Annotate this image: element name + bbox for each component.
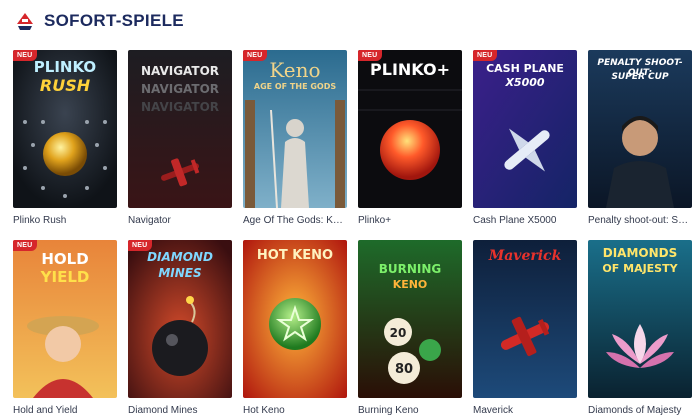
game-art-title: CASH PLANE: [486, 62, 564, 75]
game-title[interactable]: Plinko+: [358, 215, 462, 226]
new-badge: NEU: [358, 50, 383, 61]
game-art-subtitle: KENO: [392, 278, 428, 291]
game-art-title: DIAMOND: [147, 250, 213, 264]
section-header: SOFORT-SPIELE: [14, 8, 184, 34]
game-art-title: HOT KENO: [256, 248, 334, 263]
game-card-burning-keno[interactable]: 20 80 BURNING KENO Burning Keno: [358, 240, 462, 416]
game-title[interactable]: Diamond Mines: [128, 405, 232, 416]
game-card-penalty-shoot-out[interactable]: PENALTY SHOOT-OUT: SUPER CUP Penalty sho…: [588, 50, 692, 226]
game-title[interactable]: Age Of The Gods: Keno: [243, 215, 347, 226]
game-card-navigator[interactable]: NAVIGATOR NAVIGATOR NAVIGATOR Navigator: [128, 50, 232, 226]
game-art-title: NAVIGATOR: [140, 64, 220, 78]
game-card-age-of-the-gods-keno[interactable]: Keno AGE OF THE GODS NEU Age Of The Gods…: [243, 50, 347, 226]
game-art-subtitle: RUSH: [39, 76, 91, 95]
new-badge: NEU: [128, 240, 153, 251]
game-card-hot-keno[interactable]: HOT KENO Hot Keno: [243, 240, 347, 416]
game-art-subtitle: OF MAJESTY: [602, 262, 678, 275]
game-thumbnail[interactable]: PLINKO+ NEU: [358, 50, 462, 208]
svg-text:80: 80: [395, 362, 413, 377]
game-thumbnail[interactable]: Keno AGE OF THE GODS NEU: [243, 50, 347, 208]
game-card-plinko-rush[interactable]: PLINKO RUSH NEU Plinko Rush: [13, 50, 117, 226]
game-art-subtitle: MINES: [158, 266, 202, 280]
game-thumbnail[interactable]: HOT KENO: [243, 240, 347, 398]
game-card-maverick[interactable]: Maverick Maverick: [473, 240, 577, 416]
game-art-title: PLINKO+: [370, 60, 450, 79]
game-title[interactable]: Navigator: [128, 215, 232, 226]
game-art-subtitle: X5000: [505, 76, 545, 89]
game-card-cash-plane[interactable]: CASH PLANE X5000 NEU Cash Plane X5000: [473, 50, 577, 226]
game-title[interactable]: Penalty shoot-out: Supe...: [588, 215, 692, 226]
game-title[interactable]: Burning Keno: [358, 405, 462, 416]
game-art-subtitle: SUPER CUP: [611, 72, 669, 82]
game-title[interactable]: Hold and Yield: [13, 405, 117, 416]
game-thumbnail[interactable]: DIAMONDS OF MAJESTY: [588, 240, 692, 398]
game-card-diamonds-of-majesty[interactable]: DIAMONDS OF MAJESTY Diamonds of Majesty: [588, 240, 692, 416]
game-card-hold-and-yield[interactable]: HOLD YIELD NEU Hold and Yield: [13, 240, 117, 416]
new-badge: NEU: [243, 50, 268, 61]
game-art-echo: NAVIGATOR: [140, 82, 220, 96]
game-title[interactable]: Plinko Rush: [13, 215, 117, 226]
game-thumbnail[interactable]: DIAMOND MINES NEU: [128, 240, 232, 398]
svg-text:20: 20: [390, 326, 407, 340]
game-thumbnail[interactable]: 20 80 BURNING KENO: [358, 240, 462, 398]
game-art-subtitle: AGE OF THE GODS: [253, 82, 337, 91]
flag-chip-icon: [14, 10, 36, 32]
game-title[interactable]: Maverick: [473, 405, 577, 416]
game-art-title: DIAMONDS: [602, 246, 678, 260]
new-badge: NEU: [473, 50, 498, 61]
game-title[interactable]: Diamonds of Majesty: [588, 405, 692, 416]
game-thumbnail[interactable]: HOLD YIELD NEU: [13, 240, 117, 398]
new-badge: NEU: [13, 240, 38, 251]
game-title[interactable]: Hot Keno: [243, 405, 347, 416]
new-badge: NEU: [13, 50, 38, 61]
game-thumbnail[interactable]: PENALTY SHOOT-OUT: SUPER CUP: [588, 50, 692, 208]
game-art-title: HOLD: [41, 250, 89, 268]
game-thumbnail[interactable]: NAVIGATOR NAVIGATOR NAVIGATOR: [128, 50, 232, 208]
game-title[interactable]: Cash Plane X5000: [473, 215, 577, 226]
game-art-title: Maverick: [488, 248, 562, 264]
game-thumbnail[interactable]: CASH PLANE X5000 NEU: [473, 50, 577, 208]
game-art-title: Keno: [269, 58, 321, 82]
game-art-title: BURNING: [378, 262, 442, 276]
game-card-plinko-plus[interactable]: PLINKO+ NEU Plinko+: [358, 50, 462, 226]
section-title: SOFORT-SPIELE: [44, 11, 184, 30]
game-thumbnail[interactable]: Maverick: [473, 240, 577, 398]
game-card-diamond-mines[interactable]: DIAMOND MINES NEU Diamond Mines: [128, 240, 232, 416]
game-art-echo: NAVIGATOR: [140, 100, 220, 114]
game-art-subtitle: YIELD: [40, 268, 90, 286]
game-thumbnail[interactable]: PLINKO RUSH NEU: [13, 50, 117, 208]
